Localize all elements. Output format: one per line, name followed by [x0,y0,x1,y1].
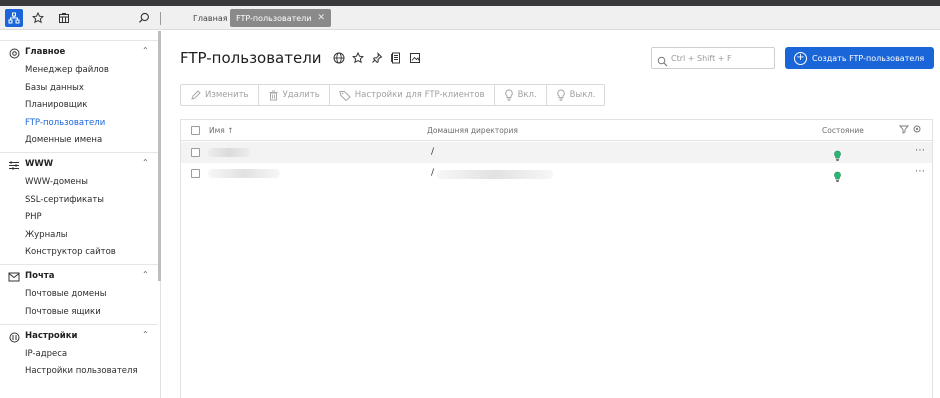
enable-button[interactable]: Вкл. [495,85,547,105]
create-ftp-user-button[interactable]: + Создать FTP-пользователя [785,47,934,69]
search-field[interactable] [651,47,775,69]
sidebar-group-header[interactable]: Настройки ⌃ [0,329,158,345]
search-icon[interactable] [135,9,153,27]
sidebar-item-site-builder[interactable]: Конструктор сайтов [25,247,116,257]
home-dir-cell: / [431,147,435,157]
tag-icon [339,90,351,101]
create-ftp-user-label: Создать FTP-пользователя [812,53,925,63]
row-menu-icon[interactable]: ⋯ [915,166,926,177]
edit-button[interactable]: Изменить [181,85,259,105]
pin-icon[interactable] [370,51,383,64]
sidebar-item-www-domains[interactable]: WWW-домены [25,177,88,187]
pencil-icon [190,89,201,101]
sidebar-item-ssl[interactable]: SSL-сертификаты [25,195,104,205]
column-name-label: Имя [209,126,225,135]
trash-icon [268,90,279,101]
sidebar-divider [0,264,158,265]
filter-icon[interactable] [899,124,909,136]
column-header-status[interactable]: Состояние [822,126,864,135]
sidebar-scrollbar[interactable] [158,31,161,281]
sidebar-group-header[interactable]: WWW ⌃ [0,157,158,173]
image-icon[interactable] [408,51,421,64]
tab-home-label: Главная [193,13,228,23]
sidebar-item-user-settings[interactable]: Настройки пользователя [25,366,138,376]
table-row[interactable]: / ⋯ [181,163,932,184]
sidebar-group-header[interactable]: Почта ⌃ [0,269,158,285]
disable-label: Выкл. [569,90,596,100]
chevron-up-icon[interactable]: ⌃ [142,270,149,279]
plus-circle-icon: + [794,51,807,65]
sidebar-group-title: Главное [25,47,66,57]
disable-button[interactable]: Выкл. [547,85,605,105]
sidebar-item-ip-addresses[interactable]: IP-адреса [25,349,67,359]
star-icon[interactable] [29,9,47,27]
enable-label: Вкл. [517,90,537,100]
chevron-up-icon[interactable]: ⌃ [142,330,149,339]
search-input[interactable] [671,51,771,65]
chevron-up-icon[interactable]: ⌃ [142,158,149,167]
sidebar-group-title: Настройки [25,331,78,341]
globe-icon[interactable] [332,51,345,64]
sidebar-item-mail-domains[interactable]: Почтовые домены [25,289,106,299]
close-tab-icon[interactable]: ✕ [318,13,326,23]
page-title: FTP-пользователи [180,49,322,67]
search-icon [657,52,668,71]
sidebar-item-logs[interactable]: Журналы [25,230,68,240]
panels-icon[interactable] [55,9,73,27]
mail-icon [8,271,20,283]
sort-asc-icon: ↑ [227,126,234,135]
gear-icon[interactable] [912,124,922,136]
redacted-username [208,169,280,178]
sidebar: Главное ⌃ Менеджер файлов Базы данных Пл… [0,31,161,398]
sidebar-group-header[interactable]: Главное ⌃ [0,45,158,61]
column-header-home-dir[interactable]: Домашняя директория [427,126,518,135]
sidebar-item-scheduler[interactable]: Планировщик [25,100,87,110]
bulb-icon [833,168,842,187]
sitemap-icon[interactable] [5,9,23,27]
sidebar-item-php[interactable]: PHP [25,212,42,222]
sidebar-divider [0,152,158,153]
toolbar-divider [160,12,161,25]
redacted-home-path [437,170,553,179]
sidebar-item-databases[interactable]: Базы данных [25,83,84,93]
table-header: Имя ↑ Домашняя директория Состояние [181,120,932,141]
star-icon[interactable] [351,51,364,64]
sidebar-divider [0,40,158,41]
sidebar-item-mailboxes[interactable]: Почтовые ящики [25,307,101,317]
delete-button[interactable]: Удалить [259,85,330,105]
sidebar-item-file-manager[interactable]: Менеджер файлов [25,65,109,75]
tab-bar: Главная FTP-пользователи ✕ [0,6,940,30]
row-checkbox[interactable] [191,169,200,178]
ftp-client-settings-label: Настройки для FTP-клиентов [354,90,485,100]
bulb-icon [504,89,514,101]
chevron-up-icon[interactable]: ⌃ [142,46,149,55]
delete-label: Удалить [282,90,320,100]
tab-home[interactable]: Главная [187,9,234,27]
tab-ftp-users-label: FTP-пользователи [236,13,312,23]
row-checkbox[interactable] [191,148,200,157]
sidebar-divider [0,324,158,325]
settings-icon [8,331,20,343]
www-icon [8,159,20,171]
sidebar-item-domain-names[interactable]: Доменные имена [25,135,102,145]
edit-label: Изменить [205,90,249,100]
sidebar-item-ftp-users[interactable]: FTP-пользователи [25,118,105,128]
ftp-users-table: Имя ↑ Домашняя директория Состояние / ⋯ … [180,119,933,398]
dashboard-icon [8,47,20,59]
row-menu-icon[interactable]: ⋯ [915,145,926,156]
title-actions [332,51,421,64]
action-toolbar: Изменить Удалить Настройки для FTP-клиен… [180,84,606,106]
document-icon[interactable] [389,51,402,64]
select-all-checkbox[interactable] [191,126,200,135]
sidebar-group-title: WWW [25,159,54,169]
column-header-name[interactable]: Имя ↑ [209,126,233,135]
home-dir-cell: / [431,168,435,178]
table-row[interactable]: / ⋯ [181,142,932,163]
sidebar-group-title: Почта [25,271,55,281]
bulb-off-icon [556,89,566,101]
redacted-username [208,148,250,157]
ftp-client-settings-button[interactable]: Настройки для FTP-клиентов [330,85,495,105]
tab-ftp-users[interactable]: FTP-пользователи ✕ [230,9,332,27]
